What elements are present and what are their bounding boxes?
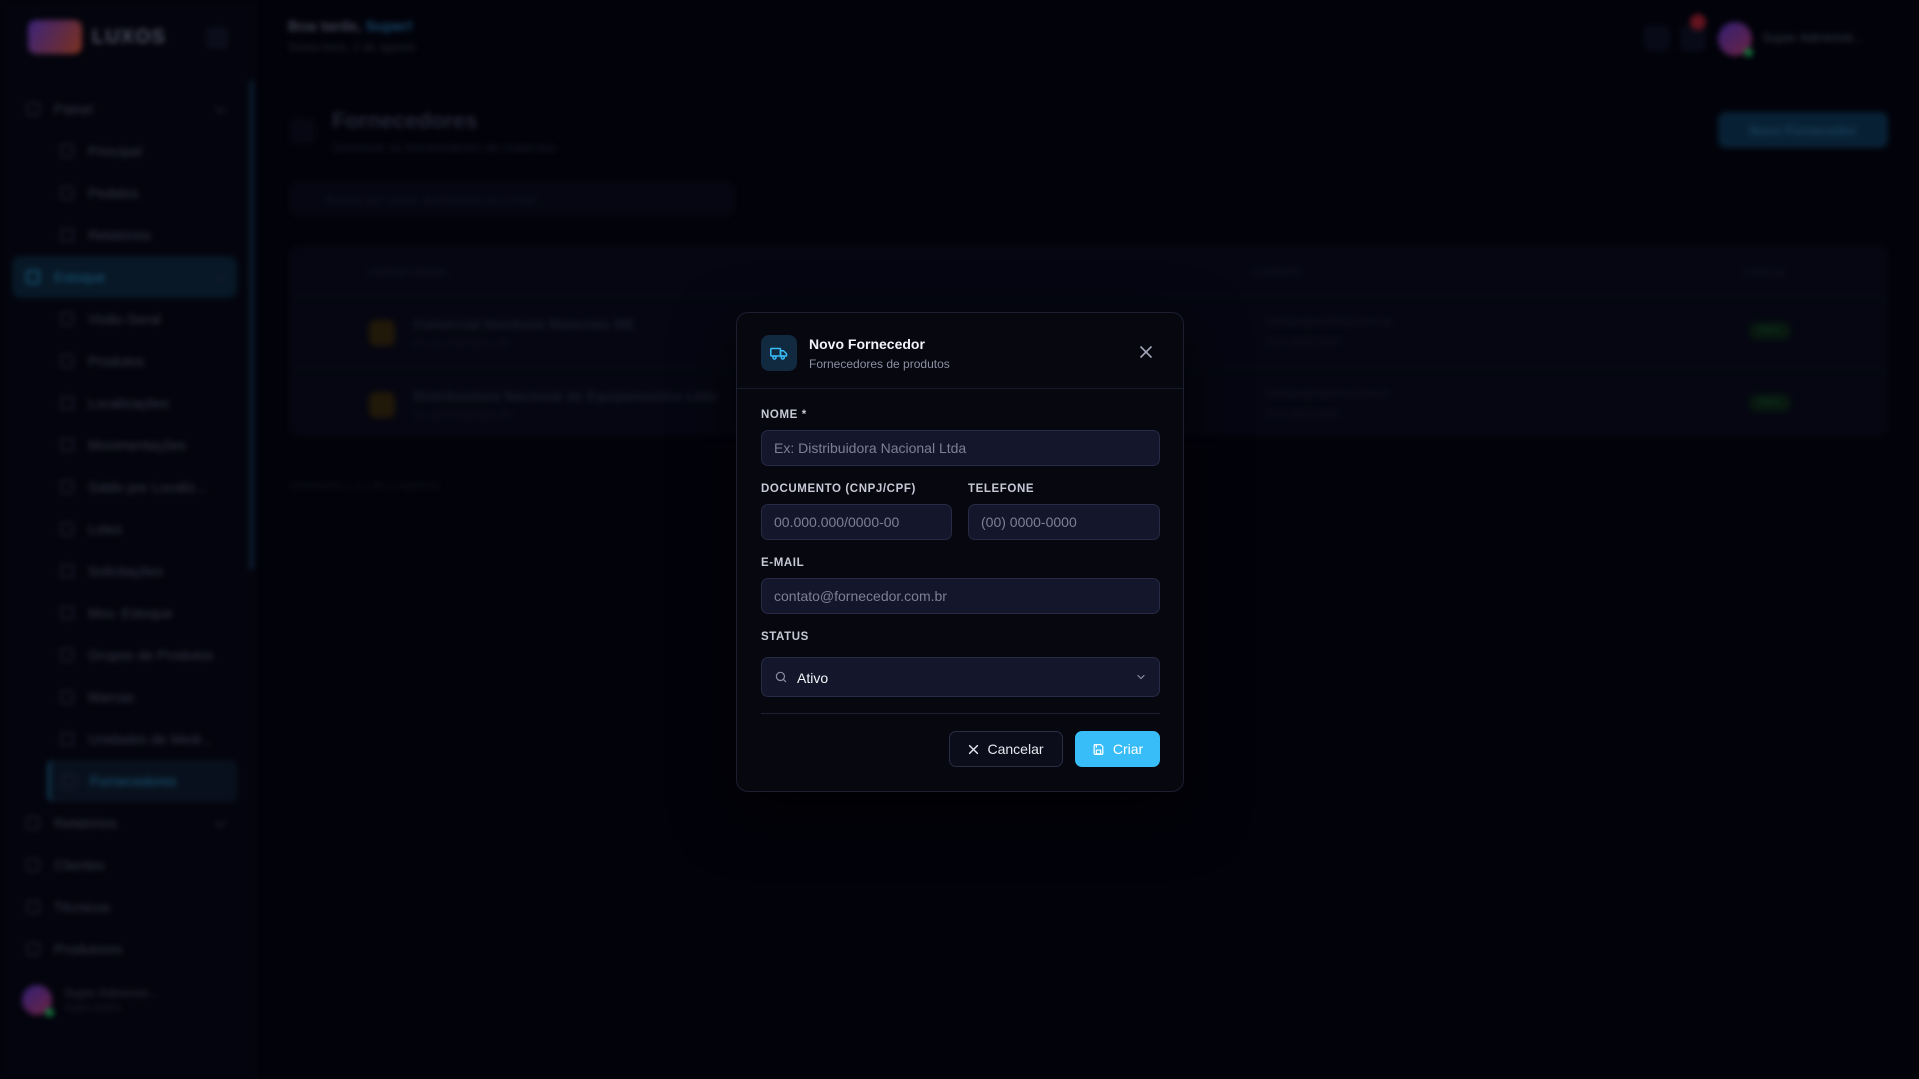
close-icon: [1140, 346, 1152, 358]
nome-input[interactable]: [761, 430, 1160, 466]
dialog-subtitle: Fornecedores de produtos: [809, 357, 950, 371]
close-icon: [969, 744, 979, 754]
create-button-label: Criar: [1112, 741, 1144, 757]
telefone-input[interactable]: [968, 504, 1160, 540]
status-label: STATUS: [761, 631, 809, 643]
status-select-value: Ativo: [797, 670, 829, 686]
new-supplier-dialog: Novo Fornecedor Fornecedores de produtos…: [736, 312, 1184, 792]
chevron-down-icon: [1137, 674, 1145, 680]
cancel-button[interactable]: Cancelar: [949, 731, 1063, 767]
documento-input[interactable]: [761, 504, 952, 540]
create-button[interactable]: Criar: [1075, 731, 1160, 767]
email-label: E-MAIL: [761, 557, 805, 569]
dialog-title: Novo Fornecedor: [809, 336, 925, 352]
search-icon: [775, 671, 787, 683]
documento-label: DOCUMENTO (CNPJ/CPF): [761, 483, 916, 495]
truck-icon: [761, 335, 797, 371]
status-select[interactable]: Ativo: [761, 657, 1160, 697]
telefone-label: TELEFONE: [968, 483, 1035, 495]
save-icon: [1093, 743, 1104, 755]
nome-label: NOME *: [761, 409, 807, 421]
close-button[interactable]: [1133, 339, 1159, 365]
cancel-button-label: Cancelar: [987, 741, 1044, 757]
email-input[interactable]: [761, 578, 1160, 614]
dialog-divider: [761, 713, 1160, 714]
dialog-header: Novo Fornecedor Fornecedores de produtos: [737, 313, 1183, 389]
